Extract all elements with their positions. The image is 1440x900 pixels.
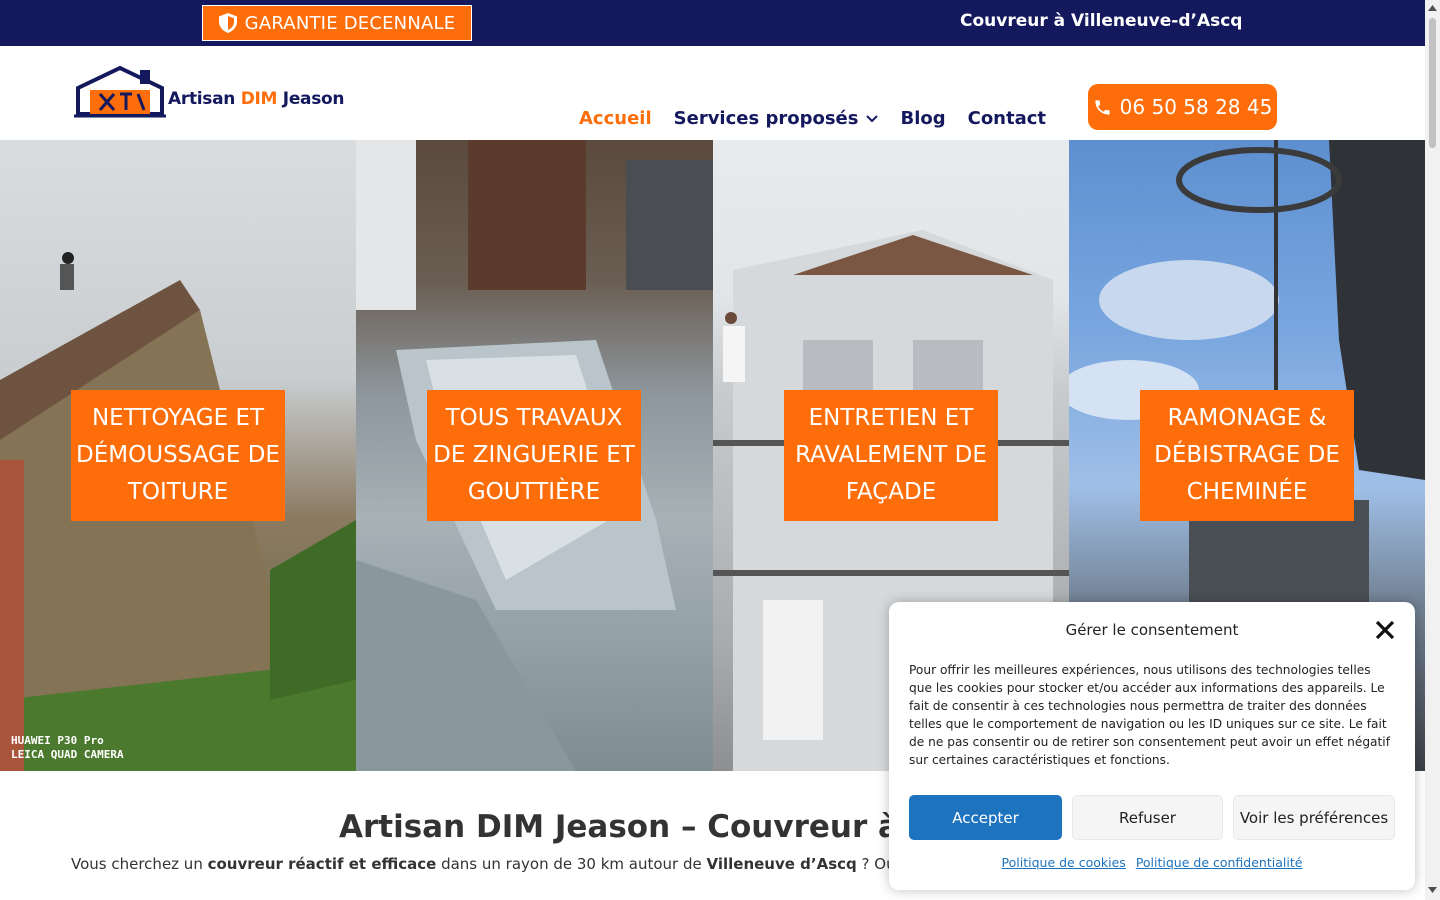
chevron-down-icon xyxy=(866,114,879,122)
top-bar: GARANTIE DECENNALE Couvreur à Villeneuve… xyxy=(0,0,1425,46)
service-panel-nettoyage[interactable]: NETTOYAGE ET DÉMOUSSAGE DE TOITURE HUAWE… xyxy=(0,140,356,771)
scroll-down-icon[interactable] xyxy=(1428,886,1437,894)
service-label-ramonage: RAMONAGE & DÉBISTRAGE DE CHEMINÉE xyxy=(1140,390,1354,521)
nav-item-blog[interactable]: Blog xyxy=(900,108,945,129)
phone-button[interactable]: 06 50 58 28 45 xyxy=(1088,84,1277,130)
main-nav: Accueil Services proposés Blog Contact xyxy=(579,108,1046,129)
page-scrollbar[interactable] xyxy=(1425,0,1440,900)
nav-item-services[interactable]: Services proposés xyxy=(674,108,879,129)
cookie-title: Gérer le consentement xyxy=(1065,621,1239,639)
cookie-policy-link[interactable]: Politique de cookies xyxy=(1002,855,1126,870)
refuse-button[interactable]: Refuser xyxy=(1072,795,1223,840)
intro-text-2: dans un rayon de 30 km autour de xyxy=(436,855,707,873)
logo-text: Artisan DIM Jeason xyxy=(168,89,345,109)
garantie-badge[interactable]: GARANTIE DECENNALE xyxy=(202,5,472,41)
privacy-policy-link[interactable]: Politique de confidentialité xyxy=(1136,855,1303,870)
nav-item-accueil[interactable]: Accueil xyxy=(579,108,652,129)
accept-button[interactable]: Accepter xyxy=(909,795,1062,840)
close-icon[interactable] xyxy=(1374,619,1396,641)
cookie-description: Pour offrir les meilleures expériences, … xyxy=(909,663,1390,767)
cookie-links: Politique de cookies Politique de confid… xyxy=(889,855,1415,870)
shield-icon xyxy=(218,13,237,33)
logo-text-part1: Artisan xyxy=(168,89,241,109)
intro-bold-2: Villeneuve d’Ascq xyxy=(706,855,857,873)
logo-text-part3: Jeason xyxy=(277,89,345,109)
service-panel-zinguerie[interactable]: TOUS TRAVAUX DE ZINGUERIE ET GOUTTIÈRE xyxy=(356,140,713,771)
garantie-label: GARANTIE DECENNALE xyxy=(244,12,456,34)
camera-watermark: HUAWEI P30 Pro LEICA QUAD CAMERA xyxy=(11,734,124,762)
service-label-facade: ENTRETIEN ET RAVALEMENT DE FAÇADE xyxy=(784,390,998,521)
phone-icon xyxy=(1095,99,1110,115)
preferences-button[interactable]: Voir les préférences xyxy=(1233,795,1395,840)
scroll-up-icon[interactable] xyxy=(1428,4,1437,12)
watermark-line2: LEICA QUAD CAMERA xyxy=(11,748,124,761)
nav-item-services-label: Services proposés xyxy=(673,108,859,129)
intro-text-1: Vous cherchez un xyxy=(71,855,208,873)
watermark-line1: HUAWEI P30 Pro xyxy=(11,734,104,747)
topbar-title: Couvreur à Villeneuve-d’Ascq xyxy=(960,11,1243,31)
site-logo[interactable]: Artisan DIM Jeason xyxy=(74,64,345,118)
service-label-zinguerie: TOUS TRAVAUX DE ZINGUERIE ET GOUTTIÈRE xyxy=(427,390,641,521)
house-tools-icon xyxy=(74,65,166,118)
site-header: Artisan DIM Jeason Accueil Services prop… xyxy=(0,46,1425,140)
logo-text-part2: DIM xyxy=(240,89,278,109)
scroll-thumb[interactable] xyxy=(1429,18,1436,148)
intro-bold-1: couvreur réactif et efficace xyxy=(207,855,437,873)
nav-item-contact[interactable]: Contact xyxy=(968,108,1046,129)
cookie-consent-dialog: Gérer le consentement Pour offrir les me… xyxy=(889,602,1415,890)
phone-number: 06 50 58 28 45 xyxy=(1119,95,1273,119)
service-label-nettoyage: NETTOYAGE ET DÉMOUSSAGE DE TOITURE xyxy=(71,390,285,521)
